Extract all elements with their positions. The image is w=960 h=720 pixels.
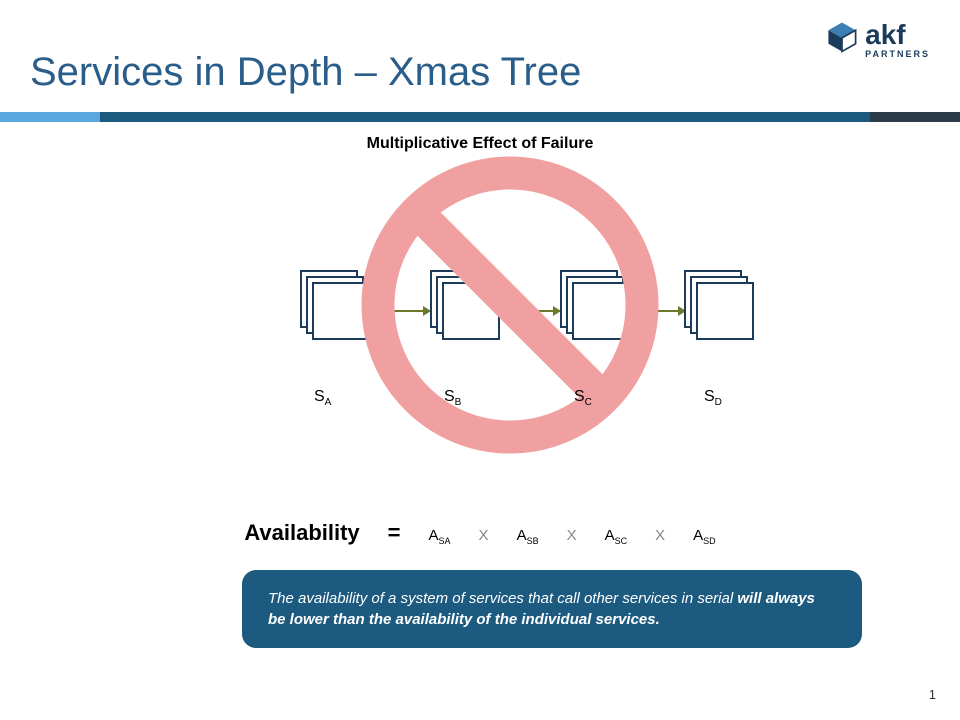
- key-insight-callout: The availability of a system of services…: [242, 570, 862, 648]
- formula-lhs: Availability: [244, 520, 359, 546]
- prohibition-icon: [360, 155, 660, 455]
- brand-name: akf: [865, 21, 930, 49]
- availability-formula: Availability = ASA X ASB X ASC X ASD: [0, 520, 960, 546]
- header-divider: [0, 112, 960, 122]
- service-label-d: SD: [704, 388, 722, 408]
- multiply-op: X: [479, 527, 489, 544]
- formula-term-sc: ASC: [605, 527, 628, 546]
- formula-term-sa: ASA: [429, 527, 451, 546]
- multiply-op: X: [567, 527, 577, 544]
- formula-term-sd: ASD: [693, 527, 716, 546]
- diagram-subtitle: Multiplicative Effect of Failure: [0, 135, 960, 153]
- service-label-b: SB: [444, 388, 461, 408]
- service-label-a: SA: [314, 388, 331, 408]
- formula-term-sb: ASB: [517, 527, 539, 546]
- callout-lead: The availability of a system of services…: [268, 590, 737, 607]
- cube-icon: [825, 20, 859, 59]
- equals-sign: =: [388, 520, 401, 546]
- page-number: 1: [929, 687, 936, 702]
- page-title: Services in Depth – Xmas Tree: [30, 50, 581, 95]
- services-diagram: SA SB SC SD: [0, 160, 960, 480]
- multiply-op: X: [655, 527, 665, 544]
- service-stack-a: [300, 270, 366, 336]
- service-label-c: SC: [574, 388, 592, 408]
- brand-logo: akf PARTNERS: [825, 20, 930, 59]
- brand-tagline: PARTNERS: [865, 49, 930, 59]
- service-stack-d: [684, 270, 750, 336]
